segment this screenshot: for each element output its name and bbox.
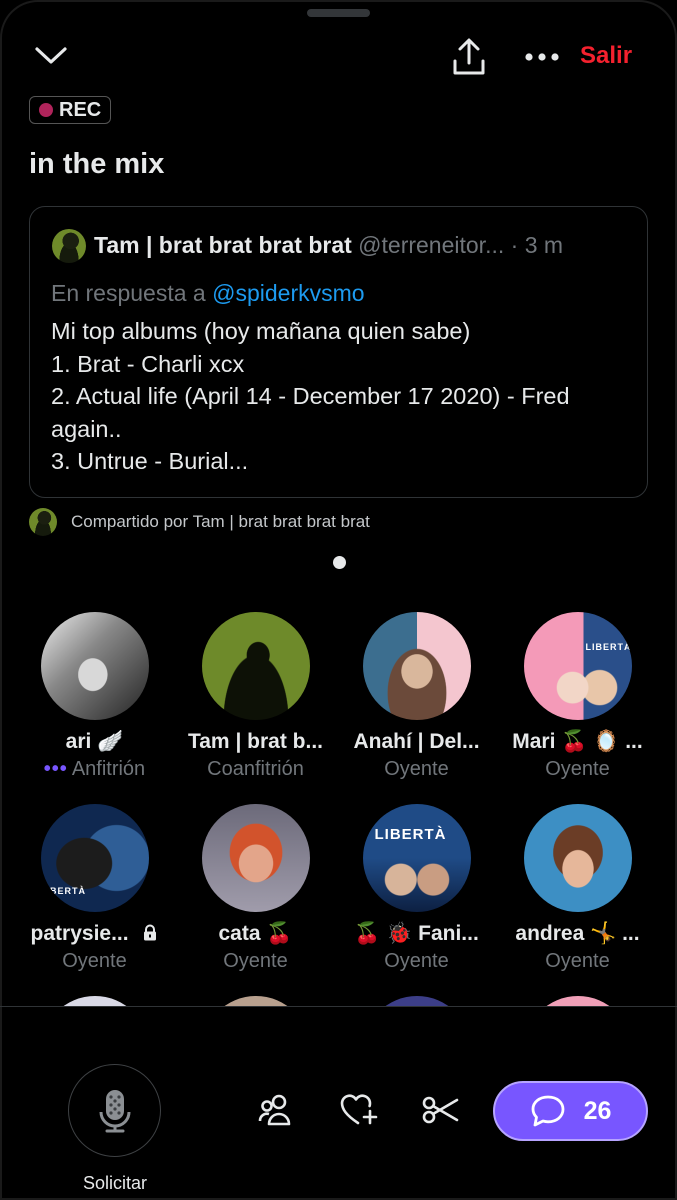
reply-mention-link[interactable]: @spiderkvsmo [212,280,364,306]
request-to-speak-button[interactable] [68,1064,161,1157]
post-author-handle: @terreneitor... [358,232,505,258]
share-button[interactable] [446,34,492,80]
avatar [201,804,310,912]
participant-role: Oyente [545,950,610,972]
more-icon [525,53,559,61]
participant-patrysie[interactable]: IBERTÀ patrysie... Oyente [14,804,175,973]
sheet-grabber[interactable] [307,9,370,17]
reply-prefix: En respuesta a [51,280,206,306]
post-line: 3. Untrue - Burial... [51,448,249,474]
participant-role: Oyente [384,758,449,780]
space-sheet: Salir REC in the mix Tam | brat brat bra… [0,0,677,1200]
avatar-caption: IBERTÀ [46,886,86,896]
participant-name: patrysie... [14,922,175,948]
sharer-avatar [29,508,57,536]
post-line: 1. Brat - Charli xcx [51,350,245,377]
participant-role: Coanfitrión [207,758,304,780]
pinned-post-card[interactable]: Tam | brat brat brat brat @terreneitor..… [29,206,648,498]
avatar [523,804,632,912]
request-label: Solicitar [82,1173,148,1193]
people-button[interactable] [256,1090,296,1130]
recording-dot-icon [39,103,53,117]
participant-anahi[interactable]: Anahí | Del... Oyente [336,612,497,781]
share-icon [453,38,485,75]
post-author-avatar[interactable] [52,229,86,263]
avatar: LIBERTÀ [362,804,471,912]
more-options-button[interactable] [520,40,564,74]
participant-tam[interactable]: Tam | brat b... Coanfitrión [175,612,336,781]
shared-by-label: Compartido por Tam | brat brat brat brat [71,512,370,531]
participant-role: Oyente [62,950,127,972]
avatar-caption: LIBERTÀ [585,642,632,652]
participant-name: Anahí | Del... [353,730,480,753]
comments-count: 26 [583,1096,612,1125]
post-header: Tam | brat brat brat brat @terreneitor..… [94,232,563,259]
post-body: Mi top albums (hoy mañana quien sabe) 1.… [51,315,636,478]
participant-name: ari 🪽 [65,730,124,753]
name-text: patrysie... [30,922,129,945]
participant-name: cata 🍒 [218,922,293,945]
participant-role: Oyente [223,950,288,972]
participant-andrea[interactable]: andrea 🤸 ... Oyente [497,804,658,973]
participant-ari[interactable]: ari 🪽 ••• Anfitrión [14,612,175,781]
role-label: Anfitrión [71,758,146,780]
lock-icon [144,924,157,941]
react-button[interactable] [339,1090,379,1130]
participant-name: Tam | brat b... [187,730,323,753]
participant-role: Oyente [384,950,449,972]
post-line: again.. [51,415,122,442]
post-line: Mi top albums (hoy mañana quien sabe) [51,318,471,344]
minimize-button[interactable] [28,38,74,74]
speaking-dots-icon: ••• [43,758,68,780]
recording-label: REC [59,98,102,121]
clip-button[interactable] [421,1090,461,1130]
participant-role: ••• Anfitrión [14,758,175,781]
space-title: in the mix [29,148,165,180]
avatar [362,612,471,720]
recording-badge: REC [29,96,112,124]
post-reply-context: En respuesta a @spiderkvsmo [51,280,365,307]
bottom-divider [0,1006,677,1007]
participant-name: 🍒 🐞 Fani... [354,922,479,945]
chevron-down-icon [35,47,67,64]
comments-button[interactable]: 26 [493,1081,648,1141]
participant-mari[interactable]: LIBERTÀ Mari 🍒 🪞 ... Oyente [497,612,658,781]
exit-button[interactable]: Salir [580,42,660,70]
avatar [40,612,149,720]
scissors-icon [422,1096,459,1124]
avatar [201,612,310,720]
carousel-page-indicator [333,556,346,569]
microphone-icon [99,1089,130,1132]
participants-grid: ari 🪽 ••• Anfitrión Tam | brat b... Coanf… [0,612,677,1007]
avatar: LIBERTÀ [523,612,632,720]
participant-role: Oyente [545,758,610,780]
post-line: 2. Actual life (April 14 - December 17 2… [51,383,570,409]
participant-name: andrea 🤸 ... [515,922,640,945]
heart-plus-icon [340,1094,378,1125]
post-time: · 3 m [510,232,564,258]
participant-cata[interactable]: cata 🍒 Oyente [175,804,336,973]
shared-by-row: Compartido por Tam | brat brat brat brat [29,508,370,536]
avatar-caption: LIBERTÀ [374,826,447,843]
participant-fani[interactable]: LIBERTÀ 🍒 🐞 Fani... Oyente [336,804,497,973]
post-author-name[interactable]: Tam | brat brat brat brat [94,232,352,258]
participant-name: Mari 🍒 🪞 ... [512,730,643,753]
people-icon [258,1094,291,1126]
chat-bubble-icon [531,1095,564,1127]
avatar: IBERTÀ [40,804,149,912]
